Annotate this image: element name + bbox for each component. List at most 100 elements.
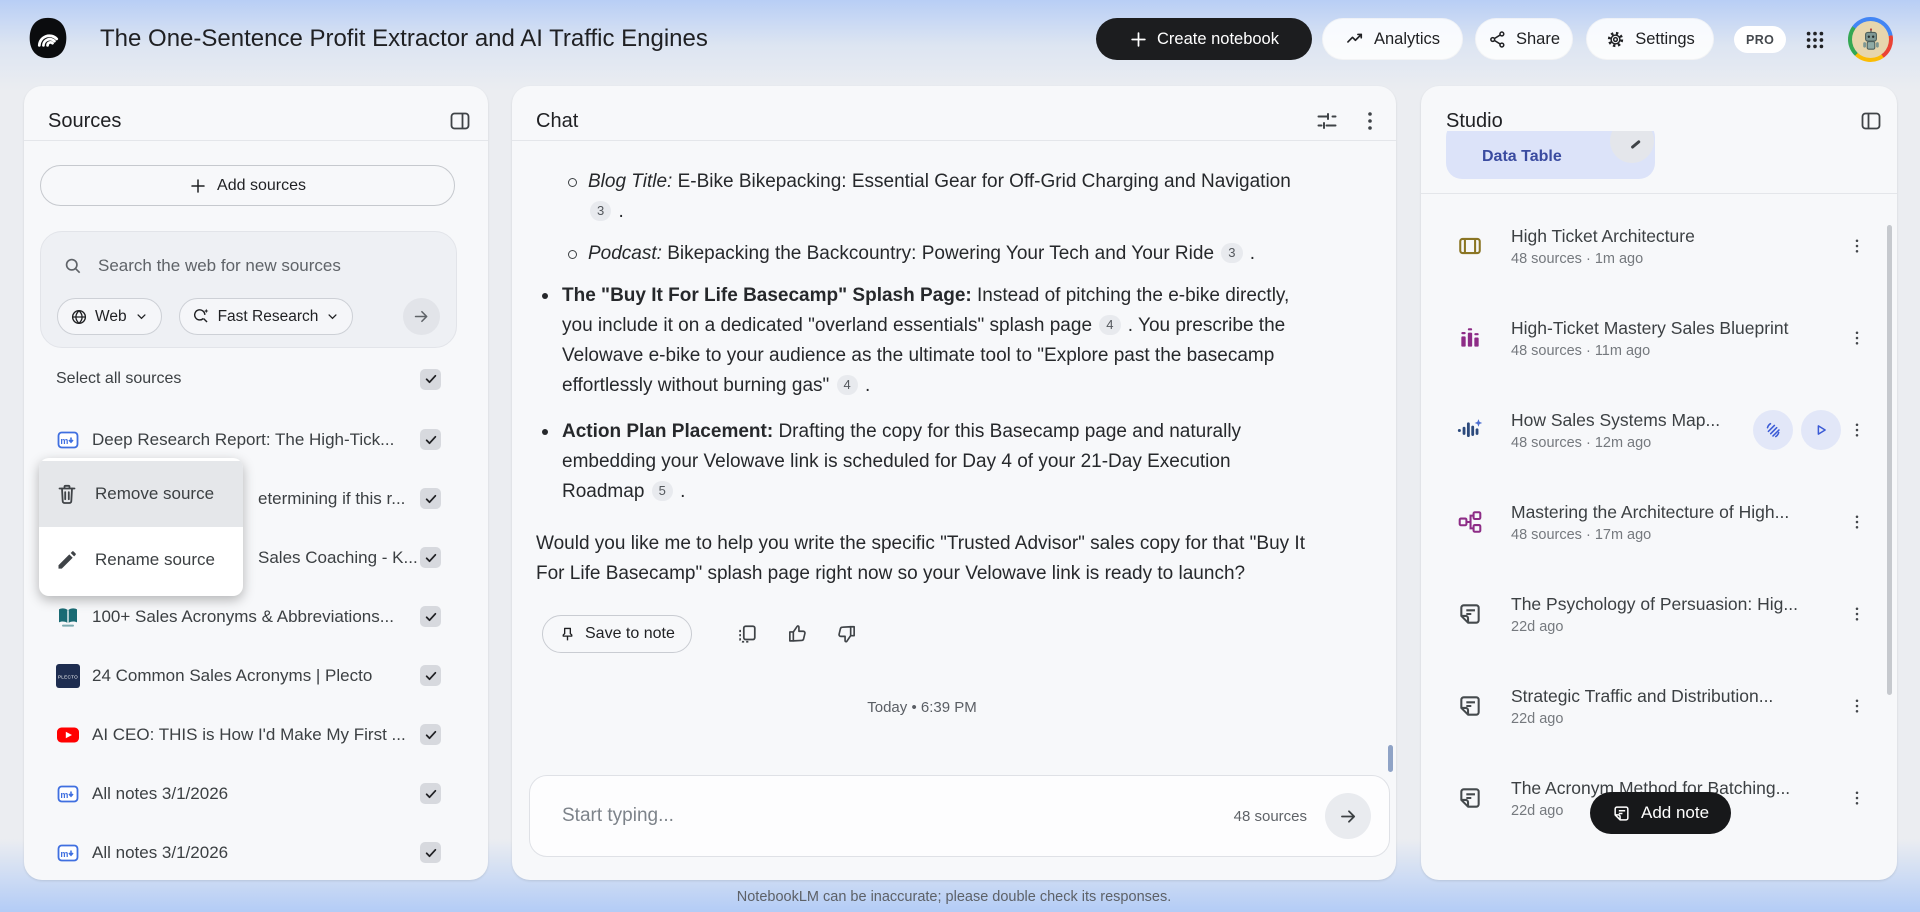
expand-studio-panel-icon[interactable] <box>1859 109 1883 133</box>
studio-item-meta: 48 sources · 12m ago <box>1511 434 1652 451</box>
studio-item-meta: 48 sources · 17m ago <box>1511 526 1652 543</box>
studio-item[interactable]: How Sales Systems Map... 48 sources · 12… <box>1421 384 1897 476</box>
studio-item[interactable]: High Ticket Architecture 48 sources · 1m… <box>1421 200 1897 292</box>
source-checkbox[interactable] <box>420 488 441 509</box>
studio-item-meta: 22d ago <box>1511 618 1564 635</box>
text-segment: . <box>674 481 686 502</box>
collapse-sources-panel-icon[interactable] <box>448 109 472 133</box>
citation-chip[interactable]: 4 <box>836 375 858 395</box>
chat-panel: Chat Blog Title: E-Bike Bikepacking: Ess… <box>512 86 1396 880</box>
studio-item-menu-icon[interactable] <box>1847 325 1867 351</box>
citation-chip[interactable]: 5 <box>651 481 673 501</box>
plus-icon <box>1129 30 1148 49</box>
chat-input-box[interactable]: Start typing... 48 sources <box>529 775 1390 857</box>
studio-item-menu-icon[interactable] <box>1847 601 1867 627</box>
add-note-button[interactable]: Add note <box>1590 792 1732 834</box>
source-checkbox[interactable] <box>420 665 441 686</box>
citation-chip[interactable]: 4 <box>1099 315 1121 335</box>
settings-button[interactable]: Settings <box>1586 18 1714 60</box>
research-mode-dropdown[interactable]: Fast Research <box>178 298 354 335</box>
chat-settings-tune-icon[interactable] <box>1315 109 1339 133</box>
trending-up-icon <box>1345 29 1365 49</box>
pro-badge: PRO <box>1734 26 1787 53</box>
studio-artifact-list: High Ticket Architecture 48 sources · 1m… <box>1421 200 1897 880</box>
create-notebook-button[interactable]: Create notebook <box>1096 18 1312 60</box>
web-source-dropdown[interactable]: Web <box>57 298 162 335</box>
notebook-title[interactable]: The One-Sentence Profit Extractor and AI… <box>100 25 708 53</box>
book-icon <box>56 605 80 629</box>
studio-item-title: Mastering the Architecture of High... <box>1511 501 1790 522</box>
studio-create-scroll-region: Data Table <box>1421 131 1877 181</box>
send-message-button[interactable] <box>1325 793 1371 839</box>
select-all-checkbox[interactable] <box>420 368 441 390</box>
studio-item-title: How Sales Systems Map... <box>1511 409 1721 430</box>
studio-item-menu-icon[interactable] <box>1847 417 1867 443</box>
search-placeholder: Search the web for new sources <box>98 256 341 275</box>
trash-icon <box>55 482 79 506</box>
text-segment: Action Plan Placement: <box>562 421 774 442</box>
chat-timestamp: Today • 6:39 PM <box>867 699 977 716</box>
source-checkbox[interactable] <box>420 842 441 863</box>
studio-item[interactable]: Strategic Traffic and Distribution... 22… <box>1421 660 1897 752</box>
source-checkbox[interactable] <box>420 783 441 804</box>
note-icon <box>1457 877 1483 880</box>
copy-icon[interactable] <box>736 623 758 645</box>
studio-item-menu-icon[interactable] <box>1847 785 1867 811</box>
source-row[interactable]: m All notes 3/1/2026 <box>24 823 488 880</box>
source-title: 100+ Sales Acronyms & Abbreviations... <box>92 606 394 626</box>
notebooklm-app: The One-Sentence Profit Extractor and AI… <box>0 0 1920 912</box>
chat-scrollbar[interactable] <box>1388 745 1393 772</box>
note-icon <box>1457 601 1483 627</box>
studio-divider <box>1421 193 1897 194</box>
apps-grid-icon[interactable] <box>1799 24 1831 56</box>
chat-more-menu-icon[interactable] <box>1358 109 1382 133</box>
chevron-down-icon <box>134 309 149 324</box>
studio-item-menu-icon[interactable] <box>1847 509 1867 535</box>
studio-item[interactable]: Mastering the Architecture of High... 48… <box>1421 476 1897 568</box>
svg-text:m: m <box>60 789 68 799</box>
source-row[interactable]: AI CEO: THIS is How I'd Make My First ..… <box>24 705 488 764</box>
text-segment: . <box>613 201 624 222</box>
source-row[interactable]: m All notes 3/1/2026 <box>24 764 488 823</box>
interactive-mode-button[interactable] <box>1753 410 1793 450</box>
source-checkbox[interactable] <box>420 724 441 745</box>
context-menu-item[interactable]: Remove source <box>39 461 243 527</box>
notebooklm-logo-icon[interactable] <box>26 16 70 60</box>
studio-item[interactable]: High-Ticket Mastery Sales Blueprint 48 s… <box>1421 292 1897 384</box>
source-checkbox[interactable] <box>420 547 441 568</box>
thumbs-down-icon[interactable] <box>836 623 858 645</box>
source-row[interactable]: PLECTO 24 Common Sales Acronyms | Plecto <box>24 646 488 705</box>
studio-item[interactable]: The Psychology of Persuasion: Hig... 22d… <box>1421 568 1897 660</box>
chat-message-area[interactable]: Blog Title: E-Bike Bikepacking: Essentia… <box>512 141 1396 774</box>
studio-scrollbar[interactable] <box>1887 225 1892 695</box>
search-submit-button[interactable] <box>403 298 440 335</box>
note-icon <box>1457 693 1483 719</box>
studio-item-title: High-Ticket Mastery Sales Blueprint <box>1511 317 1789 338</box>
flashcards-icon <box>1457 233 1483 259</box>
add-sources-button[interactable]: Add sources <box>40 165 455 206</box>
source-title: AI CEO: THIS is How I'd Make My First ..… <box>92 724 406 744</box>
studio-panel-title: Studio <box>1446 110 1503 132</box>
audio-actions <box>1753 410 1841 450</box>
studio-item-menu-icon[interactable] <box>1847 877 1867 880</box>
studio-item-menu-icon[interactable] <box>1847 233 1867 259</box>
analytics-button[interactable]: Analytics <box>1322 18 1463 60</box>
studio-item-menu-icon[interactable] <box>1847 693 1867 719</box>
citation-chip[interactable]: 3 <box>1221 243 1243 263</box>
context-menu-item[interactable]: Rename source <box>39 527 243 593</box>
citation-chip[interactable]: 3 <box>590 201 612 221</box>
studio-item[interactable]: The Content Creation Engine: Wee... <box>1421 844 1897 881</box>
source-checkbox[interactable] <box>420 606 441 627</box>
svg-text:PLECTO: PLECTO <box>58 674 78 679</box>
source-checkbox[interactable] <box>420 429 441 450</box>
select-all-sources-row: Select all sources <box>56 364 441 394</box>
note-icon <box>1612 804 1631 823</box>
share-button[interactable]: Share <box>1475 18 1573 60</box>
play-audio-button[interactable] <box>1801 410 1841 450</box>
web-search-input[interactable]: Search the web for new sources <box>63 248 442 284</box>
user-avatar[interactable] <box>1848 17 1893 62</box>
select-all-label: Select all sources <box>56 370 182 387</box>
save-to-note-button[interactable]: Save to note <box>542 615 692 653</box>
thumbs-up-icon[interactable] <box>786 623 808 645</box>
research-sparkle-icon <box>192 307 211 326</box>
